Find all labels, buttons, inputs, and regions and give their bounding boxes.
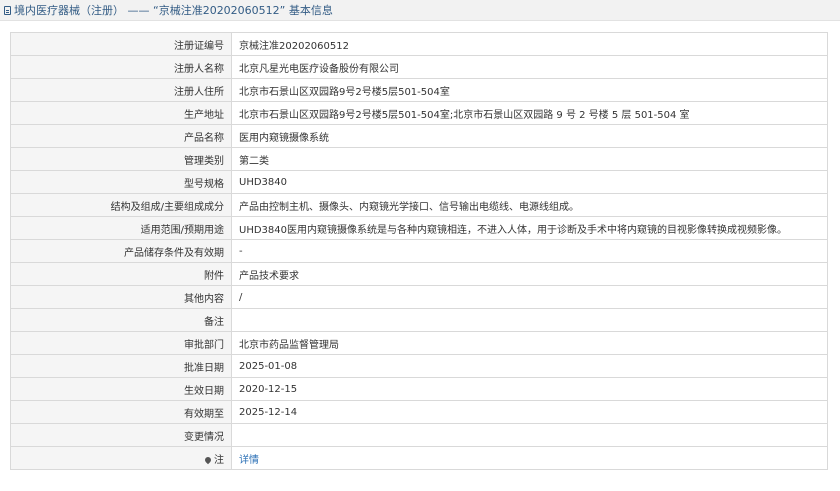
table-row: 注册证编号 京械注准20202060512: [10, 32, 828, 56]
table-row: 备注: [10, 308, 828, 332]
row-value: 2025-12-14: [231, 400, 828, 424]
table-row: 其他内容 /: [10, 285, 828, 309]
table-row: 注册人名称 北京凡星光电医疗设备股份有限公司: [10, 55, 828, 79]
note-label: 注: [214, 454, 224, 466]
row-label: 注册人住所: [10, 78, 232, 102]
row-label: 注: [10, 446, 232, 470]
table-row: 审批部门 北京市药品监督管理局: [10, 331, 828, 355]
row-label: 结构及组成/主要组成成分: [10, 193, 232, 217]
row-label: 批准日期: [10, 354, 232, 378]
registration-info-table: 注册证编号 京械注准20202060512 注册人名称 北京凡星光电医疗设备股份…: [10, 32, 828, 470]
row-value: 详情: [231, 446, 828, 470]
page-title: 境内医疗器械（注册） —— “京械注准20202060512” 基本信息: [14, 4, 333, 17]
row-label: 附件: [10, 262, 232, 286]
row-value: /: [231, 285, 828, 309]
row-value: 第二类: [231, 147, 828, 171]
document-icon: [4, 5, 11, 15]
row-label: 有效期至: [10, 400, 232, 424]
row-value: UHD3840: [231, 170, 828, 194]
table-row: 注 详情: [10, 446, 828, 470]
table-row: 结构及组成/主要组成成分 产品由控制主机、摄像头、内窥镜光学接口、信号输出电缆线…: [10, 193, 828, 217]
row-value: 北京市石景山区双园路9号2号楼5层501-504室;北京市石景山区双园路 9 号…: [231, 101, 828, 125]
table-row: 注册人住所 北京市石景山区双园路9号2号楼5层501-504室: [10, 78, 828, 102]
row-value: 2020-12-15: [231, 377, 828, 401]
table-row: 生产地址 北京市石景山区双园路9号2号楼5层501-504室;北京市石景山区双园…: [10, 101, 828, 125]
row-label: 产品名称: [10, 124, 232, 148]
row-label: 备注: [10, 308, 232, 332]
row-value: [231, 308, 828, 332]
details-link[interactable]: 详情: [239, 455, 259, 466]
row-value: 产品由控制主机、摄像头、内窥镜光学接口、信号输出电缆线、电源线组成。: [231, 193, 828, 217]
table-row: 型号规格 UHD3840: [10, 170, 828, 194]
table-row: 批准日期 2025-01-08: [10, 354, 828, 378]
row-label: 变更情况: [10, 423, 232, 447]
row-value: 产品技术要求: [231, 262, 828, 286]
row-label: 产品储存条件及有效期: [10, 239, 232, 263]
row-value: 医用内窥镜摄像系统: [231, 124, 828, 148]
table-row: 管理类别 第二类: [10, 147, 828, 171]
row-value: 2025-01-08: [231, 354, 828, 378]
row-label: 管理类别: [10, 147, 232, 171]
table-row: 产品名称 医用内窥镜摄像系统: [10, 124, 828, 148]
table-row: 附件 产品技术要求: [10, 262, 828, 286]
table-row: 有效期至 2025-12-14: [10, 400, 828, 424]
row-label: 注册人名称: [10, 55, 232, 79]
row-label: 适用范围/预期用途: [10, 216, 232, 240]
row-value: 北京市石景山区双园路9号2号楼5层501-504室: [231, 78, 828, 102]
row-value: 京械注准20202060512: [231, 32, 828, 56]
row-label: 型号规格: [10, 170, 232, 194]
row-value: -: [231, 239, 828, 263]
table-row: 变更情况: [10, 423, 828, 447]
row-label: 生效日期: [10, 377, 232, 401]
row-value: UHD3840医用内窥镜摄像系统是与各种内窥镜相连，不进入人体，用于诊断及手术中…: [231, 216, 828, 240]
row-value: 北京市药品监督管理局: [231, 331, 828, 355]
row-label: 注册证编号: [10, 32, 232, 56]
table-row: 适用范围/预期用途 UHD3840医用内窥镜摄像系统是与各种内窥镜相连，不进入人…: [10, 216, 828, 240]
location-pin-icon: [203, 455, 213, 464]
row-value: 北京凡星光电医疗设备股份有限公司: [231, 55, 828, 79]
row-label: 生产地址: [10, 101, 232, 125]
row-label: 审批部门: [10, 331, 232, 355]
row-label: 其他内容: [10, 285, 232, 309]
row-value: [231, 423, 828, 447]
table-row: 产品储存条件及有效期 -: [10, 239, 828, 263]
table-row: 生效日期 2020-12-15: [10, 377, 828, 401]
page-header: 境内医疗器械（注册） —— “京械注准20202060512” 基本信息: [0, 0, 840, 21]
